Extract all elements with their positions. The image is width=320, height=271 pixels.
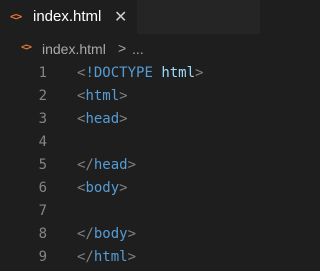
line-number: 4 (38, 134, 47, 150)
code-line[interactable]: 8 </body> (0, 223, 260, 246)
code-line[interactable]: 6 <body> (0, 177, 260, 200)
line-number: 8 (38, 226, 47, 242)
line-content[interactable]: <html> (77, 85, 128, 108)
tab-title[interactable]: index.html (33, 8, 101, 25)
line-content[interactable]: <body> (77, 177, 128, 200)
breadcrumb-more[interactable]: ... (132, 41, 144, 57)
tag-name: head (93, 157, 128, 173)
tag-close-bracket: > (127, 157, 137, 173)
chevron-right-icon: > (118, 40, 127, 56)
code-line[interactable]: 2 <html> (0, 85, 260, 108)
line-number: 7 (38, 203, 47, 219)
code-line[interactable]: 9 </html> (0, 246, 260, 269)
line-number: 2 (38, 88, 47, 104)
tag-close-bracket: > (119, 180, 128, 196)
line-number: 6 (38, 180, 47, 196)
line-content[interactable]: </head> (77, 154, 136, 177)
tag-name: body (85, 180, 120, 196)
line-number: 9 (38, 249, 47, 265)
code-line[interactable]: 5 </head> (0, 154, 260, 177)
tag-name: html (85, 88, 120, 104)
tag-name: body (93, 226, 128, 242)
tab-index-html[interactable]: <> index.html ✕ (0, 0, 137, 34)
html-file-icon: <> (21, 42, 32, 53)
tag-close-bracket: > (127, 226, 137, 242)
code-line[interactable]: 7 (0, 200, 260, 223)
close-icon[interactable]: ✕ (114, 7, 127, 26)
tag-close-bracket: > (195, 65, 204, 81)
tag-open-bracket: </ (77, 226, 94, 242)
line-content[interactable]: </html> (77, 246, 136, 269)
doctype-keyword: !DOCTYPE (85, 65, 153, 81)
code-editor[interactable]: 1 <!DOCTYPE html> 2 <html> 3 <head> 4 5 … (0, 62, 260, 269)
code-line[interactable]: 1 <!DOCTYPE html> (0, 62, 260, 85)
tag-close-bracket: > (119, 88, 128, 104)
tag-open-bracket: </ (77, 157, 94, 173)
html-file-icon: <> (10, 10, 22, 23)
line-number: 3 (38, 111, 47, 127)
tag-name: head (85, 111, 120, 127)
line-content[interactable]: </body> (77, 223, 136, 246)
breadcrumb: <> index.html > ... (0, 40, 260, 60)
tag-open-bracket: </ (77, 249, 94, 265)
doctype-value: html (161, 65, 196, 81)
line-number: 1 (38, 65, 47, 81)
code-line[interactable]: 3 <head> (0, 108, 260, 131)
line-content[interactable]: <!DOCTYPE html> (77, 62, 203, 85)
breadcrumb-file[interactable]: index.html (42, 41, 106, 57)
line-content[interactable]: <head> (77, 108, 128, 131)
tag-close-bracket: > (119, 111, 128, 127)
line-number: 5 (38, 157, 47, 173)
tab-bar: <> index.html ✕ (0, 0, 260, 34)
tag-close-bracket: > (127, 249, 137, 265)
code-line[interactable]: 4 (0, 131, 260, 154)
tag-name: html (93, 249, 128, 265)
